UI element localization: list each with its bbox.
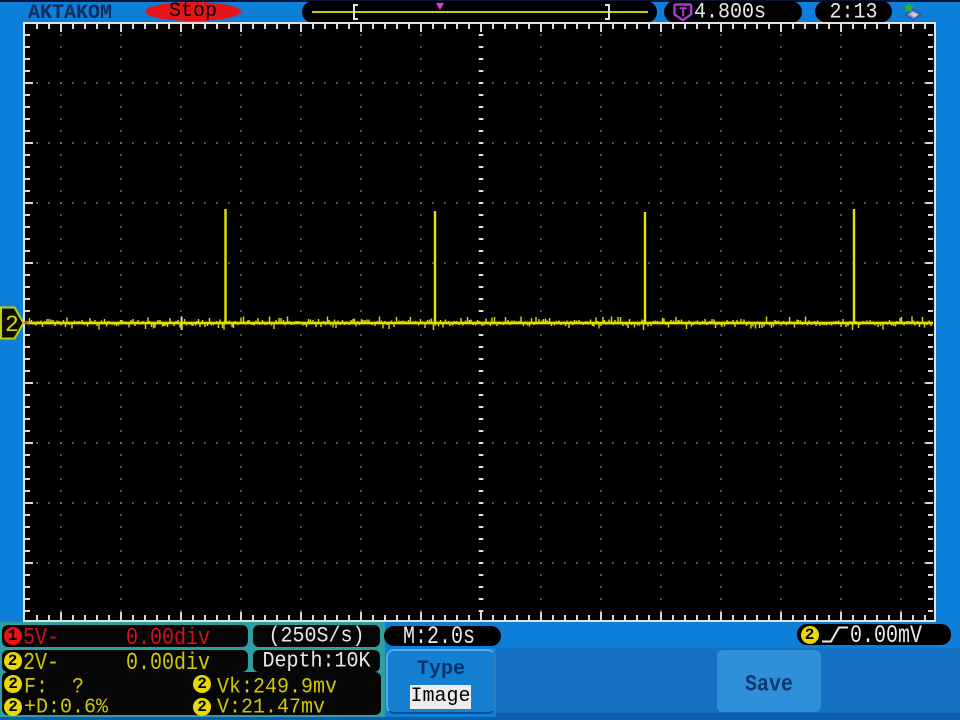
svg-text:2: 2 <box>5 312 19 338</box>
